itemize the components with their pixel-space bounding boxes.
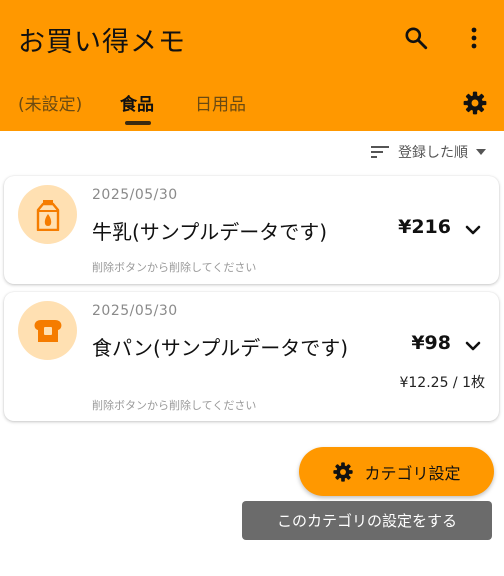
item-unit-price: ¥12.25 / 1枚	[399, 375, 485, 391]
tooltip-text: このカテゴリの設定をする	[276, 512, 457, 530]
milk-carton-icon	[36, 199, 59, 231]
tab-daily-goods[interactable]: 日用品	[195, 90, 246, 115]
sort-icon	[371, 146, 389, 158]
app-title: お買い得メモ	[18, 27, 186, 58]
sort-selector[interactable]: 登録した順	[370, 142, 486, 162]
tab-indicator	[125, 121, 151, 125]
category-icon-circle	[18, 185, 77, 244]
item-name: 牛乳(サンプルデータです)	[92, 220, 328, 244]
gear-icon	[463, 91, 487, 115]
chevron-down-icon	[465, 341, 481, 351]
expand-button[interactable]	[461, 218, 485, 242]
tab-unset[interactable]: (未設定)	[18, 90, 82, 115]
item-date: 2025/05/30	[92, 303, 178, 319]
expand-button[interactable]	[461, 334, 485, 358]
item-card[interactable]: 2025/05/30 牛乳(サンプルデータです) ¥216 削除ボタンから削除し…	[4, 176, 499, 284]
item-hint: 削除ボタンから削除してください	[92, 261, 257, 274]
gear-icon	[333, 461, 354, 482]
item-hint: 削除ボタンから削除してください	[92, 399, 257, 412]
chevron-down-icon	[465, 225, 481, 235]
category-settings-button[interactable]: カテゴリ設定	[299, 447, 494, 496]
fab-label: カテゴリ設定	[364, 463, 461, 483]
bread-icon	[34, 319, 61, 342]
settings-button[interactable]	[458, 86, 492, 120]
tooltip: このカテゴリの設定をする	[242, 501, 492, 540]
search-icon	[405, 27, 428, 50]
more-vert-icon	[471, 27, 477, 49]
search-button[interactable]	[398, 20, 434, 56]
sort-label: 登録した順	[398, 145, 468, 161]
item-date: 2025/05/30	[92, 187, 178, 203]
more-options-button[interactable]	[458, 20, 490, 56]
item-price: ¥216	[398, 216, 451, 238]
item-price: ¥98	[411, 332, 451, 354]
item-card[interactable]: 2025/05/30 食パン(サンプルデータです) ¥98 ¥12.25 / 1…	[4, 292, 499, 421]
item-name: 食パン(サンプルデータです)	[92, 336, 349, 360]
category-icon-circle	[18, 301, 77, 360]
app-bar: お買い得メモ (未設定) 食品 日用品	[0, 0, 504, 131]
tab-food[interactable]: 食品	[120, 90, 154, 115]
caret-down-icon	[476, 149, 486, 155]
